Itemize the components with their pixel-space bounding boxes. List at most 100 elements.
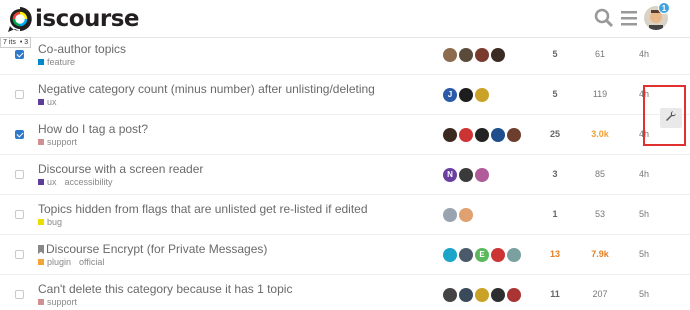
poster-avatar[interactable]: [491, 288, 505, 302]
category-badge[interactable]: ux: [38, 97, 57, 107]
tooltip-right: • 3: [19, 39, 29, 46]
topic-category-line: ux accessibility: [38, 177, 113, 187]
poster-avatar[interactable]: [459, 248, 473, 262]
poster-avatar[interactable]: [459, 88, 473, 102]
hamburger-menu-icon[interactable]: [620, 8, 638, 33]
topic-row[interactable]: Discourse with a screen reader ux accessib…: [0, 155, 690, 195]
topic-row[interactable]: Can't delete this category because it ha…: [0, 275, 690, 310]
topic-category-line: feature: [38, 57, 75, 67]
poster-avatar[interactable]: [475, 128, 489, 142]
bulk-select-checkbox[interactable]: [15, 290, 24, 299]
admin-wrench-button[interactable]: [660, 108, 682, 128]
bulk-select-checkbox[interactable]: [15, 50, 24, 59]
bulk-select-checkbox[interactable]: [15, 170, 24, 179]
topic-row[interactable]: Discourse Encrypt (for Private Messages)…: [0, 235, 690, 275]
activity-time-link[interactable]: 5h: [624, 209, 664, 219]
category-badge[interactable]: support: [38, 137, 77, 147]
category-badge[interactable]: support: [38, 297, 77, 307]
topic-title-link[interactable]: Co-author topics: [38, 42, 126, 56]
topic-title-text: Can't delete this category because it ha…: [38, 282, 293, 296]
replies-count: 5: [552, 49, 558, 59]
views-count: 61: [594, 49, 605, 59]
topic-title-text: Topics hidden from flags that are unlist…: [38, 202, 368, 216]
poster-avatar[interactable]: [459, 128, 473, 142]
category-color-square: [38, 59, 44, 65]
topic-row[interactable]: Topics hidden from flags that are unlist…: [0, 195, 690, 235]
topic-tag[interactable]: official: [79, 257, 104, 267]
replies-count: 11: [550, 289, 560, 299]
replies-count: 5: [552, 89, 558, 99]
poster-avatar[interactable]: [459, 48, 473, 62]
topic-title-link[interactable]: Can't delete this category because it ha…: [38, 282, 292, 296]
bulk-select-checkbox[interactable]: [15, 130, 24, 139]
bookmark-icon: [38, 245, 44, 254]
topic-title-link[interactable]: Negative category count (minus number) a…: [38, 82, 375, 96]
views-count: 7.9k: [591, 249, 609, 259]
poster-avatar[interactable]: [459, 288, 473, 302]
poster-avatar[interactable]: [507, 248, 521, 262]
topic-title-link[interactable]: Topics hidden from flags that are unlist…: [38, 202, 368, 216]
topic-row[interactable]: How do I tag a post? support 25 3.0k 4h: [0, 115, 690, 155]
category-name: ux: [47, 177, 57, 187]
activity-time-link[interactable]: 4h: [624, 49, 664, 59]
poster-avatar[interactable]: [491, 248, 505, 262]
poster-avatar[interactable]: E: [475, 248, 489, 262]
topic-category-line: support: [38, 137, 77, 147]
bulk-select-checkbox[interactable]: [15, 250, 24, 259]
poster-avatar[interactable]: N: [443, 168, 457, 182]
topic-tag[interactable]: accessibility: [65, 177, 113, 187]
category-badge[interactable]: feature: [38, 57, 75, 67]
poster-avatar[interactable]: [475, 48, 489, 62]
poster-avatar[interactable]: [491, 48, 505, 62]
views-count: 85: [594, 169, 605, 179]
activity-time-link[interactable]: 5h: [624, 289, 664, 299]
category-badge[interactable]: bug: [38, 217, 62, 227]
replies-count: 25: [549, 129, 560, 139]
poster-avatar[interactable]: [491, 128, 505, 142]
bulk-select-checkbox[interactable]: [15, 90, 24, 99]
poster-avatar[interactable]: [443, 288, 457, 302]
poster-avatar[interactable]: [443, 128, 457, 142]
tooltip-fragment: 7 its • 3: [0, 37, 32, 48]
replies-count: 3: [552, 169, 558, 179]
poster-avatar[interactable]: [507, 128, 521, 142]
poster-avatar[interactable]: [459, 168, 473, 182]
topic-posters: [443, 288, 521, 302]
logo-text: iscourse: [35, 6, 140, 32]
views-count: 119: [592, 89, 608, 99]
poster-avatar[interactable]: [443, 48, 457, 62]
poster-avatar[interactable]: [443, 248, 457, 262]
topic-title-text: Discourse with a screen reader: [38, 162, 204, 176]
activity-time-link[interactable]: 5h: [624, 249, 664, 259]
topic-row[interactable]: Negative category count (minus number) a…: [0, 75, 690, 115]
topic-title-link[interactable]: How do I tag a post?: [38, 122, 148, 136]
topic-title-text: Discourse Encrypt (for Private Messages): [46, 242, 268, 256]
notification-badge[interactable]: 1: [658, 2, 670, 14]
poster-avatar[interactable]: [507, 288, 521, 302]
category-color-square: [38, 299, 44, 305]
topic-posters: E: [443, 248, 521, 262]
poster-avatar[interactable]: J: [443, 88, 457, 102]
category-name: support: [47, 137, 78, 147]
views-count: 53: [594, 209, 605, 219]
poster-avatar[interactable]: [443, 208, 457, 222]
poster-avatar[interactable]: [459, 208, 473, 222]
poster-avatar[interactable]: [475, 168, 489, 182]
discourse-logo[interactable]: iscourse: [6, 4, 140, 34]
topic-category-line: ux: [38, 97, 57, 107]
category-badge[interactable]: ux: [38, 177, 57, 187]
category-color-square: [38, 259, 44, 265]
replies-count: 1: [552, 209, 558, 219]
bulk-select-checkbox[interactable]: [15, 210, 24, 219]
poster-avatar[interactable]: [475, 88, 489, 102]
topic-title-link[interactable]: Discourse with a screen reader: [38, 162, 203, 176]
activity-time-link[interactable]: 4h: [624, 169, 664, 179]
category-name: support: [47, 297, 78, 307]
topic-category-line: support: [38, 297, 77, 307]
search-icon[interactable]: [594, 8, 614, 33]
topic-title-link[interactable]: Discourse Encrypt (for Private Messages): [38, 242, 267, 256]
category-name: feature: [47, 57, 76, 67]
poster-avatar[interactable]: [475, 288, 489, 302]
topic-row[interactable]: Co-author topics feature 5 61 4h: [0, 35, 690, 75]
category-badge[interactable]: plugin: [38, 257, 71, 267]
